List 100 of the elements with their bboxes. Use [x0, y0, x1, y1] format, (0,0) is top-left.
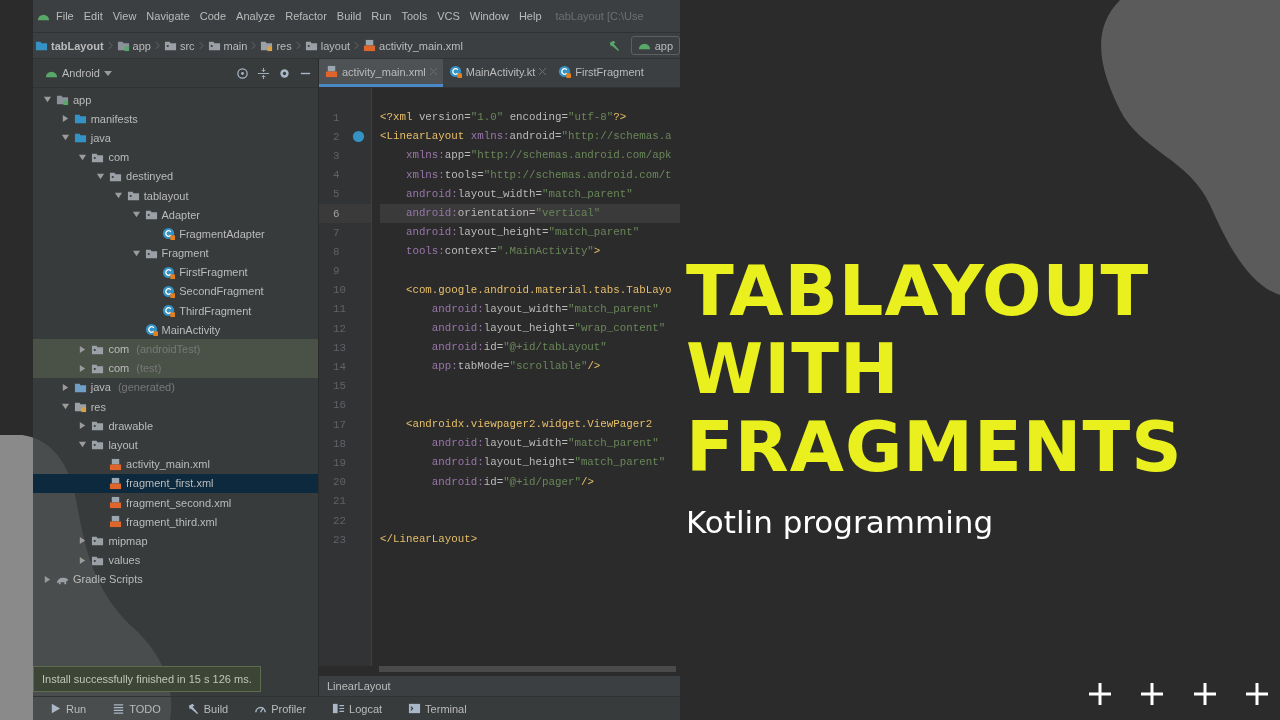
- tree-item[interactable]: drawable: [33, 416, 318, 436]
- tool-window-button[interactable]: Profiler: [248, 701, 313, 716]
- tool-window-button[interactable]: Logcat: [326, 701, 389, 716]
- settings-icon[interactable]: [278, 66, 291, 80]
- tool-window-button[interactable]: Terminal: [402, 701, 473, 716]
- chevron-icon: [107, 41, 113, 50]
- expanded-arrow-icon[interactable]: [96, 171, 106, 181]
- tree-item[interactable]: layout: [33, 435, 318, 455]
- breadcrumb-item[interactable]: layout: [304, 39, 351, 52]
- breadcrumb-item[interactable]: main: [207, 39, 248, 52]
- menu-item[interactable]: Code: [195, 8, 231, 24]
- tree-item[interactable]: values: [33, 550, 318, 570]
- collapsed-arrow-icon[interactable]: [43, 574, 52, 584]
- close-icon[interactable]: [539, 68, 547, 75]
- breadcrumb-item[interactable]: app: [116, 39, 151, 52]
- chevron-icon: [354, 41, 360, 50]
- module-folder-icon: [56, 93, 69, 107]
- expanded-arrow-icon[interactable]: [78, 152, 88, 162]
- scrollbar-thumb[interactable]: [379, 666, 676, 672]
- expanded-arrow-icon[interactable]: [60, 133, 70, 143]
- tree-item[interactable]: mipmap: [33, 531, 318, 551]
- menu-item[interactable]: Run: [367, 8, 396, 24]
- tool-window-button[interactable]: Run: [43, 701, 93, 716]
- menu-item[interactable]: Tools: [397, 8, 432, 24]
- editor-tab[interactable]: FirstFragment: [552, 59, 650, 87]
- menu-item[interactable]: Window: [465, 8, 513, 24]
- tree-item[interactable]: Fragment: [33, 243, 318, 263]
- breadcrumb-item[interactable]: res: [260, 39, 292, 52]
- tree-item[interactable]: FirstFragment: [33, 262, 318, 282]
- menu-item[interactable]: Analyze: [232, 8, 280, 24]
- class-icon: [558, 65, 572, 78]
- tree-item[interactable]: MainActivity: [33, 320, 318, 340]
- tool-window-button[interactable]: TODO: [106, 701, 167, 716]
- menu-item[interactable]: Refactor: [281, 8, 331, 24]
- collapsed-arrow-icon[interactable]: [60, 382, 70, 392]
- tree-item[interactable]: destinyed: [33, 166, 318, 186]
- tree-item[interactable]: com: [33, 147, 318, 167]
- collapsed-arrow-icon[interactable]: [78, 555, 88, 565]
- tree-item[interactable]: SecondFragment: [33, 281, 318, 302]
- tree-item[interactable]: activity_main.xml: [33, 454, 318, 474]
- menu-item[interactable]: Edit: [79, 8, 107, 24]
- tool-window-button[interactable]: Build: [180, 701, 235, 716]
- menu-item[interactable]: VCS: [433, 8, 464, 24]
- folder-icon: [126, 189, 140, 203]
- code-line: android:orientation="vertical": [404, 206, 601, 219]
- menu-item[interactable]: Navigate: [142, 8, 194, 24]
- expanded-arrow-icon[interactable]: [78, 440, 88, 450]
- module-folder-icon: [116, 39, 130, 52]
- chevron-icon: [198, 41, 204, 50]
- tree-item[interactable]: Gradle Scripts: [33, 569, 318, 589]
- menu-item[interactable]: Help: [514, 8, 546, 24]
- play-icon: [49, 702, 62, 715]
- menu-item[interactable]: File: [52, 8, 78, 24]
- hammer-icon[interactable]: [607, 39, 621, 52]
- tree-item[interactable]: FragmentAdapter: [33, 224, 318, 244]
- breadcrumb-item[interactable]: tabLayout: [35, 39, 104, 52]
- class-icon: [162, 227, 176, 241]
- folder-icon: [73, 112, 87, 126]
- code-line: xmlns:tools="http://schemas.android.com/t: [404, 168, 672, 181]
- breadcrumb-item[interactable]: activity_main.xml: [363, 39, 463, 52]
- collapsed-arrow-icon[interactable]: [78, 536, 88, 546]
- expanded-arrow-icon[interactable]: [131, 248, 141, 258]
- tree-item[interactable]: res: [33, 397, 318, 417]
- collapsed-arrow-icon[interactable]: [78, 363, 88, 373]
- project-view-dropdown[interactable]: Android: [39, 65, 118, 81]
- collapse-icon[interactable]: [257, 66, 270, 80]
- tree-item[interactable]: manifests: [33, 109, 318, 129]
- resource-folder-icon: [73, 400, 87, 414]
- expanded-arrow-icon[interactable]: [43, 95, 52, 105]
- editor-breadcrumb[interactable]: LinearLayout: [327, 680, 391, 692]
- tree-item[interactable]: fragment_first.xml: [33, 473, 318, 493]
- hammer-icon: [186, 702, 200, 715]
- expanded-arrow-icon[interactable]: [60, 402, 70, 412]
- menu-item[interactable]: Build: [332, 8, 366, 24]
- layout-file-icon: [109, 515, 123, 529]
- target-icon[interactable]: [236, 66, 249, 80]
- expanded-arrow-icon[interactable]: [131, 210, 141, 220]
- tree-item[interactable]: java: [33, 128, 318, 148]
- collapsed-arrow-icon[interactable]: [78, 344, 88, 354]
- tree-item[interactable]: app: [33, 90, 318, 110]
- collapsed-arrow-icon[interactable]: [60, 114, 70, 124]
- expanded-arrow-icon[interactable]: [113, 191, 123, 201]
- tree-item[interactable]: fragment_third.xml: [33, 512, 318, 532]
- tree-item[interactable]: Adapter: [33, 205, 318, 225]
- run-config-dropdown[interactable]: app: [630, 36, 680, 55]
- collapsed-arrow-icon[interactable]: [78, 421, 88, 431]
- breadcrumb-item[interactable]: src: [163, 39, 195, 52]
- class-marker-icon[interactable]: [352, 130, 365, 144]
- tree-item[interactable]: tablayout: [33, 185, 318, 206]
- code-line: tools:context=".MainActivity">: [404, 245, 601, 258]
- tree-item[interactable]: fragment_second.xml: [33, 492, 318, 513]
- editor-tab[interactable]: activity_main.xml: [319, 59, 443, 87]
- caret-icon: [103, 70, 112, 76]
- menu-item[interactable]: View: [108, 8, 141, 24]
- folder-icon: [144, 208, 158, 222]
- layout-file-icon: [325, 65, 338, 78]
- title-line: FRAGMENTS: [686, 408, 1184, 486]
- editor-tab[interactable]: MainActivity.kt: [442, 59, 553, 87]
- tree-item[interactable]: ThirdFragment: [33, 301, 318, 321]
- tree-item[interactable]: java (generated): [33, 377, 318, 397]
